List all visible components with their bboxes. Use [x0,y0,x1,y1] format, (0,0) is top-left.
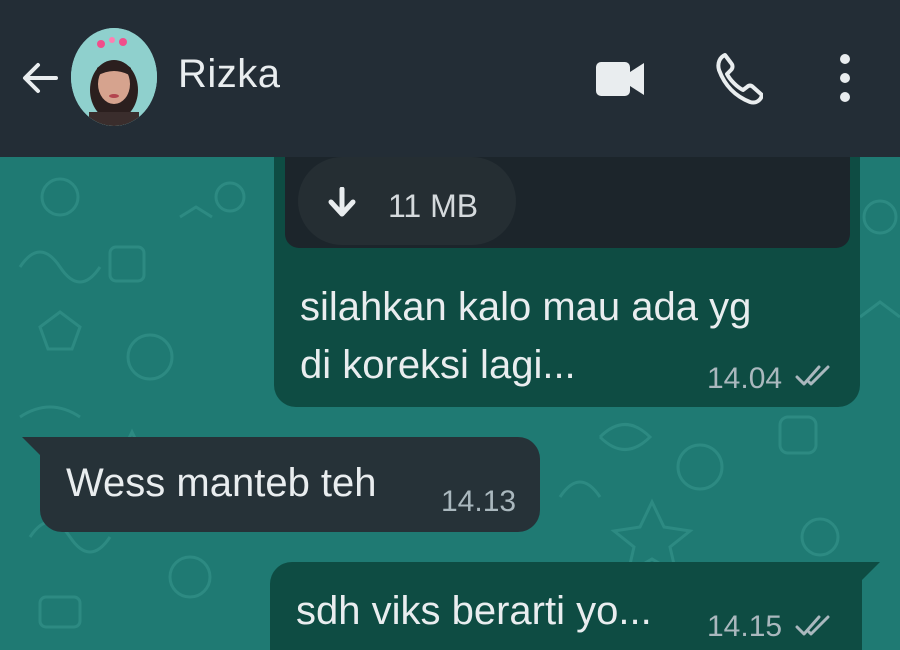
message-text: sdh viks berarti yo... [296,589,652,633]
contact-name[interactable]: Rizka [178,52,281,97]
avatar[interactable] [71,28,157,126]
phone-icon[interactable] [715,52,763,106]
read-receipt-icon [795,365,830,386]
message-time: 14.04 [707,362,783,395]
attachment-size: 11 MB [388,188,479,224]
back-arrow-icon[interactable] [16,54,64,102]
message-text: Wess manteb teh [66,461,377,505]
chat-header: Rizka [0,0,900,157]
download-arrow-icon [328,187,356,217]
read-receipt-icon [795,615,830,636]
message-text: silahkan kalo mau ada yg [300,285,752,329]
video-call-icon[interactable] [594,58,646,100]
message-time: 14.15 [707,610,783,643]
message-text: di koreksi lagi... [300,343,576,387]
more-vert-icon[interactable] [830,52,860,104]
message-time: 14.13 [441,485,517,518]
chat-area[interactable]: 11 MB silahkan kalo mau ada yg di koreks… [0,157,900,650]
